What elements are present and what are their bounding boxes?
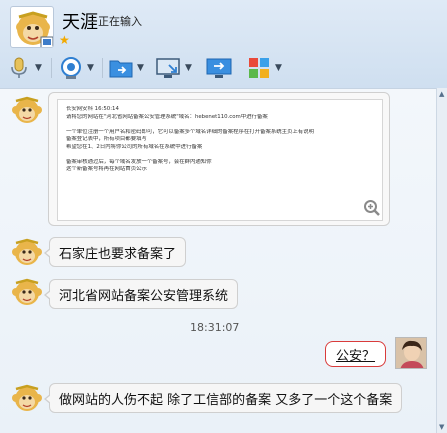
chevron-down-icon[interactable]: ▼ xyxy=(275,63,282,73)
typing-status: 正在输入 xyxy=(98,15,142,28)
message-text: 石家庄也要求备案了 xyxy=(59,246,177,262)
apps-button[interactable]: ▼ xyxy=(246,54,282,82)
chevron-down-icon[interactable]: ▼ xyxy=(185,63,192,73)
doc-line xyxy=(66,121,374,129)
image-message[interactable]: 长安网安科 16:50:14 请将您的网站在"河北省网站备案公安管理系统"域名：… xyxy=(48,92,390,226)
voice-call-button[interactable]: ▼ xyxy=(6,54,42,82)
message-text: 河北省网站备案公安管理系统 xyxy=(59,288,229,304)
doc-line: 长安网安科 16:50:14 xyxy=(66,106,119,112)
contact-message-avatar[interactable] xyxy=(10,381,44,415)
screenshot-image: 长安网安科 16:50:14 请将您的网站在"河北省网站备案公安管理系统"域名：… xyxy=(57,99,383,221)
chat-header: 天涯 正在输入 ★ ▼ ▼ ▼ ▼ ▼ xyxy=(0,0,447,88)
video-camera-icon xyxy=(58,55,84,81)
self-message-bubble[interactable]: 公安？ xyxy=(325,341,387,367)
toolbar: ▼ ▼ ▼ ▼ ▼ xyxy=(0,50,447,86)
contact-message-avatar[interactable] xyxy=(10,275,44,309)
toolbar-divider xyxy=(102,58,103,78)
contact-name: 天涯 xyxy=(62,12,98,33)
remote-desktop-button[interactable]: ▼ xyxy=(156,54,192,82)
message-bubble[interactable]: 石家庄也要求备案了 xyxy=(43,237,187,267)
screen-share-icon xyxy=(206,55,232,81)
video-call-button[interactable]: ▼ xyxy=(58,54,94,82)
doc-line: 备案审核通过后，每个域名发放一个备案号，会在群内通知你 xyxy=(66,158,212,165)
file-transfer-button[interactable]: ▼ xyxy=(108,54,144,82)
doc-line: 请将您的网站在"河北省网站备案公安管理系统"域名：hebenet110.com中… xyxy=(66,113,268,120)
chat-scrollbar[interactable]: ▲ ▼ xyxy=(436,88,447,433)
self-avatar[interactable] xyxy=(395,337,427,369)
contact-message-avatar[interactable] xyxy=(10,235,44,269)
doc-line: 一个单位注册一个用户名和密码即可，它可以备案多个域名详细的备案程序在打开备案系统… xyxy=(66,128,314,135)
chevron-down-icon[interactable]: ▼ xyxy=(87,63,94,73)
doc-line: 这个新备案号将再在网站首页公示 xyxy=(66,166,147,172)
chevron-down-icon[interactable]: ▼ xyxy=(137,63,144,73)
zoom-in-icon[interactable] xyxy=(363,199,381,217)
chevron-down-icon[interactable]: ▼ xyxy=(35,63,42,73)
scroll-down-icon[interactable]: ▼ xyxy=(439,423,444,431)
doc-line xyxy=(66,151,374,159)
remote-desktop-icon xyxy=(156,55,182,81)
toolbar-divider xyxy=(51,58,52,78)
microphone-icon xyxy=(6,55,32,81)
star-icon: ★ xyxy=(59,33,70,47)
message-timestamp: 18:31:07 xyxy=(190,321,240,334)
contact-avatar[interactable] xyxy=(10,6,54,48)
file-transfer-icon xyxy=(108,55,134,81)
scroll-up-icon[interactable]: ▲ xyxy=(439,90,444,98)
self-message-text: 公安？ xyxy=(336,348,376,364)
apps-grid-icon xyxy=(246,55,272,81)
message-bubble[interactable]: 河北省网站备案公安管理系统 xyxy=(43,279,239,309)
doc-line: 备案登记表中，所有项目都要填写 xyxy=(66,136,147,142)
chat-history[interactable]: 长安网安科 16:50:14 请将您的网站在"河北省网站备案公安管理系统"域名：… xyxy=(0,88,436,433)
doc-line: 希望您在1、2日内将你公司的所有域名在系统中进行备案 xyxy=(66,143,203,150)
contact-message-avatar[interactable] xyxy=(10,93,44,127)
message-bubble[interactable]: 做网站的人伤不起 除了工信部的备案 又多了一个这个备案 xyxy=(43,383,403,413)
message-text: 做网站的人伤不起 除了工信部的备案 又多了一个这个备案 xyxy=(59,392,393,408)
screen-share-button[interactable] xyxy=(206,54,232,82)
